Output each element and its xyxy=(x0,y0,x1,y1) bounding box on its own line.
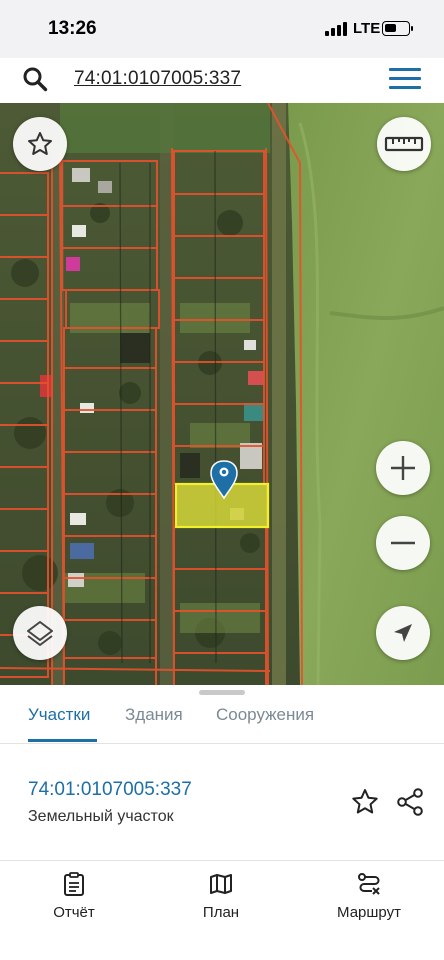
nav-report[interactable]: Отчёт xyxy=(19,872,129,921)
sheet-handle[interactable] xyxy=(199,690,245,695)
divider xyxy=(0,743,444,744)
my-location-button[interactable] xyxy=(376,606,430,660)
star-icon xyxy=(28,132,52,155)
nav-route-label: Маршрут xyxy=(337,904,401,921)
signal-icon xyxy=(325,22,347,36)
active-tab-indicator xyxy=(28,739,97,742)
ruler-button[interactable] xyxy=(377,117,431,171)
tab-structures[interactable]: Сооружения xyxy=(216,705,314,725)
status-time: 13:26 xyxy=(48,18,97,39)
search-bar[interactable]: 74:01:0107005:337 xyxy=(8,58,438,98)
location-arrow-icon xyxy=(394,624,412,642)
search-query[interactable]: 74:01:0107005:337 xyxy=(74,68,241,90)
favorite-map-button[interactable] xyxy=(13,117,67,171)
map-view[interactable] xyxy=(0,103,444,685)
route-icon xyxy=(358,873,380,895)
search-icon[interactable] xyxy=(22,66,48,92)
layers-icon xyxy=(27,621,53,646)
divider xyxy=(0,860,444,861)
nav-route[interactable]: Маршрут xyxy=(314,872,424,921)
status-bar: 13:26 LTE xyxy=(0,0,444,58)
battery-icon xyxy=(382,21,413,36)
report-icon xyxy=(64,872,84,896)
map-icon xyxy=(210,874,232,894)
nav-plan[interactable]: План xyxy=(166,872,276,921)
parcel-type: Земельный участок xyxy=(28,808,174,825)
zoom-in-button[interactable] xyxy=(376,441,430,495)
share-icon[interactable] xyxy=(395,787,425,817)
menu-icon[interactable] xyxy=(389,68,421,90)
zoom-out-button[interactable] xyxy=(376,516,430,570)
ruler-icon xyxy=(384,136,424,152)
info-sheet: Участки Здания Сооружения 74:01:0107005:… xyxy=(0,685,444,960)
nav-report-label: Отчёт xyxy=(53,904,95,921)
network-label: LTE xyxy=(353,20,381,37)
nav-plan-label: План xyxy=(202,904,240,921)
tab-parcels[interactable]: Участки xyxy=(28,705,90,725)
zoom-in-icon xyxy=(391,456,415,480)
zoom-out-icon xyxy=(391,541,415,545)
layers-button[interactable] xyxy=(13,606,67,660)
star-icon[interactable] xyxy=(350,787,380,817)
tab-buildings[interactable]: Здания xyxy=(125,705,183,725)
satellite-map[interactable] xyxy=(0,103,444,685)
parcel-id-link[interactable]: 74:01:0107005:337 xyxy=(28,779,192,801)
